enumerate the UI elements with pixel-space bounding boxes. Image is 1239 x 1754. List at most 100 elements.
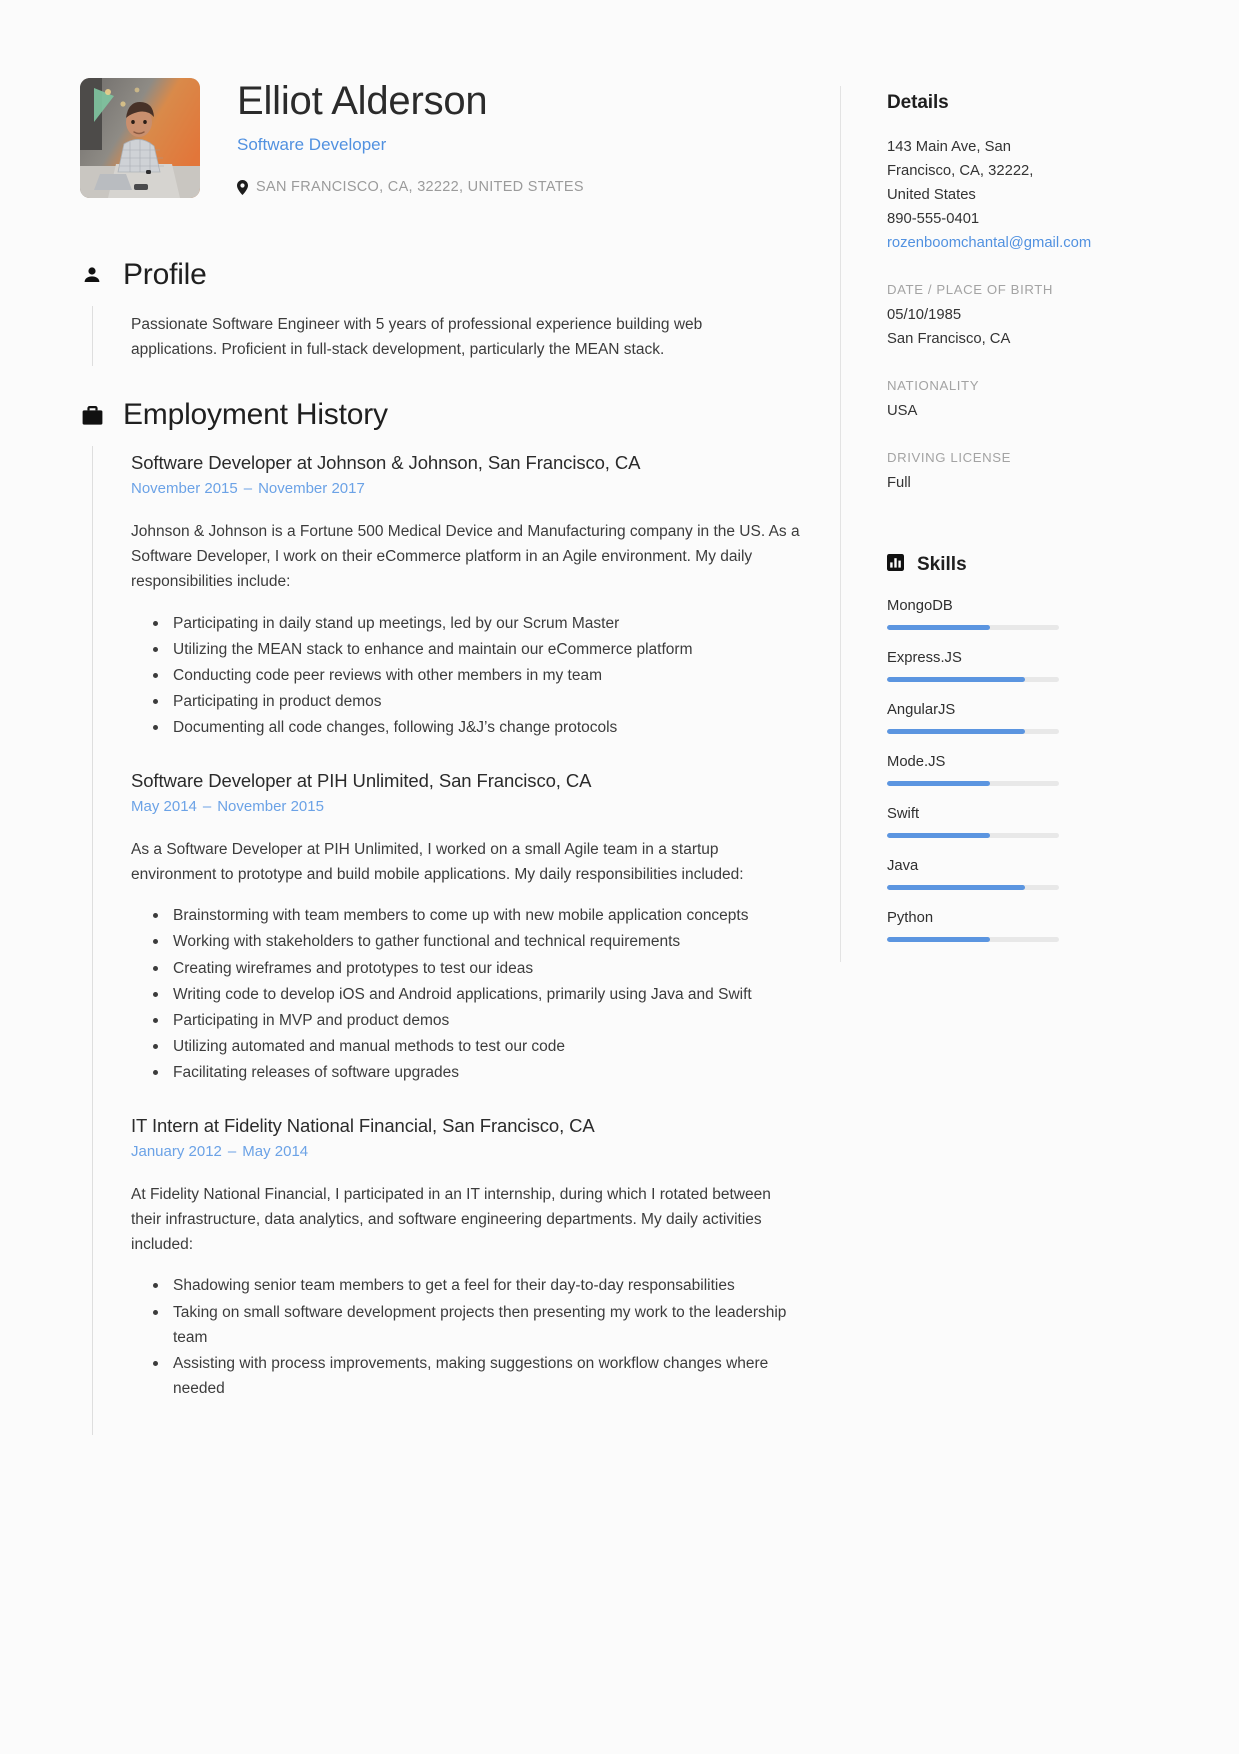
skill-name: Python (887, 910, 1215, 926)
header-job-title: Software Developer (237, 135, 584, 155)
job-date-dash: – (222, 1143, 242, 1160)
detail-field-label: NATIONALITY (887, 378, 1215, 393)
job-date-dash: – (197, 798, 217, 815)
job-start-date: January 2012 (131, 1143, 222, 1160)
skill-bar-fill (887, 677, 1025, 682)
job-end-date: May 2014 (242, 1143, 308, 1160)
skill-name: Swift (887, 806, 1215, 822)
detail-field-value: USA (887, 400, 1215, 424)
job-description: At Fidelity National Financial, I partic… (131, 1182, 801, 1257)
skill-name: MongoDB (887, 598, 1215, 614)
job-bullet: Facilitating releases of software upgrad… (131, 1060, 810, 1085)
detail-field-driving-license: DRIVING LICENSE Full (887, 450, 1215, 496)
job-bullet: Participating in MVP and product demos (131, 1008, 810, 1033)
job-bullet: Writing code to develop iOS and Android … (131, 982, 810, 1007)
job-bullet: Taking on small software development pro… (131, 1300, 810, 1350)
section-header-profile: Profile (80, 258, 810, 292)
skill-bar-track (887, 833, 1059, 838)
profile-body: Passionate Software Engineer with 5 year… (92, 306, 810, 366)
job-bullet: Brainstorming with team members to come … (131, 903, 810, 928)
skill-bar-track (887, 781, 1059, 786)
job-bullet: Participating in daily stand up meetings… (131, 611, 810, 636)
briefcase-icon (80, 403, 104, 427)
job-bullet-list: Brainstorming with team members to come … (131, 903, 810, 1085)
address-line: 143 Main Ave, San (887, 136, 1215, 160)
person-icon (80, 263, 104, 287)
job-bullet: Documenting all code changes, following … (131, 715, 810, 740)
employment-heading: Employment History (123, 398, 388, 432)
skill-item: AngularJS (887, 702, 1215, 734)
skill-bar-fill (887, 625, 990, 630)
skill-bar-track (887, 729, 1059, 734)
location-pin-icon (237, 180, 248, 195)
profile-heading: Profile (123, 258, 207, 292)
address-line: Francisco, CA, 32222, (887, 160, 1215, 184)
sidebar: Details 143 Main Ave, San Francisco, CA,… (840, 86, 1239, 962)
job-title: Software Developer at Johnson & Johnson,… (131, 452, 810, 474)
details-heading: Details (887, 92, 1215, 114)
job-title: Software Developer at PIH Unlimited, San… (131, 770, 810, 792)
sidebar-spacer (887, 522, 1215, 548)
skill-item: Mode.JS (887, 754, 1215, 786)
skill-name: Java (887, 858, 1215, 874)
header-text: Elliot Alderson Software Developer SAN F… (237, 78, 584, 195)
job-entry: Software Developer at Johnson & Johnson,… (131, 452, 810, 740)
detail-field-birth: DATE / PLACE OF BIRTH 05/10/1985 San Fra… (887, 282, 1215, 352)
detail-field-value: 05/10/1985 (887, 304, 1215, 328)
job-bullet: Utilizing the MEAN stack to enhance and … (131, 637, 810, 662)
job-date-dash: – (238, 480, 258, 497)
skill-bar-track (887, 885, 1059, 890)
job-title: IT Intern at Fidelity National Financial… (131, 1115, 810, 1137)
job-dates: January 2012–May 2014 (131, 1143, 810, 1160)
skill-bar-fill (887, 781, 990, 786)
job-entry: Software Developer at PIH Unlimited, San… (131, 770, 810, 1085)
job-description: Johnson & Johnson is a Fortune 500 Medic… (131, 519, 801, 594)
job-bullet-list: Shadowing senior team members to get a f… (131, 1273, 810, 1401)
resume-page: Elliot Alderson Software Developer SAN F… (0, 0, 1239, 1754)
resume-columns: Elliot Alderson Software Developer SAN F… (0, 0, 1239, 1435)
skill-name: Express.JS (887, 650, 1215, 666)
employment-body: Software Developer at Johnson & Johnson,… (92, 446, 810, 1435)
skills-heading: Skills (917, 554, 967, 576)
job-bullet-list: Participating in daily stand up meetings… (131, 611, 810, 741)
skill-bar-fill (887, 937, 990, 942)
address-line: United States (887, 184, 1215, 208)
skill-item: MongoDB (887, 598, 1215, 630)
detail-field-label: DATE / PLACE OF BIRTH (887, 282, 1215, 297)
skill-item: Swift (887, 806, 1215, 838)
job-bullet: Working with stakeholders to gather func… (131, 929, 810, 954)
job-end-date: November 2017 (258, 480, 365, 497)
skill-bar-fill (887, 729, 1025, 734)
phone-number: 890-555-0401 (887, 208, 1215, 232)
skill-bar-track (887, 677, 1059, 682)
resume-sheet: Elliot Alderson Software Developer SAN F… (0, 0, 1239, 1754)
skill-bar-track (887, 937, 1059, 942)
avatar-photo (80, 78, 200, 198)
job-bullet: Shadowing senior team members to get a f… (131, 1273, 810, 1298)
job-bullet: Creating wireframes and prototypes to te… (131, 956, 810, 981)
avatar (80, 78, 200, 198)
job-dates: May 2014–November 2015 (131, 798, 810, 815)
job-dates: November 2015–November 2017 (131, 480, 810, 497)
job-start-date: May 2014 (131, 798, 197, 815)
resume-header: Elliot Alderson Software Developer SAN F… (80, 78, 810, 198)
job-bullet: Conducting code peer reviews with other … (131, 663, 810, 688)
email-link[interactable]: rozenboomchantal@gmail.com (887, 232, 1215, 256)
detail-field-nationality: NATIONALITY USA (887, 378, 1215, 424)
header-location: SAN FRANCISCO, CA, 32222, UNITED STATES (237, 179, 584, 195)
skills-list: MongoDB Express.JS AngularJS Mode.JS (887, 598, 1215, 942)
detail-field-label: DRIVING LICENSE (887, 450, 1215, 465)
main-column: Elliot Alderson Software Developer SAN F… (0, 78, 840, 1435)
bar-chart-icon (887, 554, 904, 576)
skill-name: AngularJS (887, 702, 1215, 718)
skills-header: Skills (887, 554, 1215, 576)
skill-bar-fill (887, 833, 990, 838)
job-bullet: Utilizing automated and manual methods t… (131, 1034, 810, 1059)
job-bullet: Assisting with process improvements, mak… (131, 1351, 810, 1401)
skill-item: Python (887, 910, 1215, 942)
page-title: Elliot Alderson (237, 78, 584, 124)
job-start-date: November 2015 (131, 480, 238, 497)
job-description: As a Software Developer at PIH Unlimited… (131, 837, 801, 887)
job-bullet: Participating in product demos (131, 689, 810, 714)
detail-field-value: San Francisco, CA (887, 328, 1215, 352)
